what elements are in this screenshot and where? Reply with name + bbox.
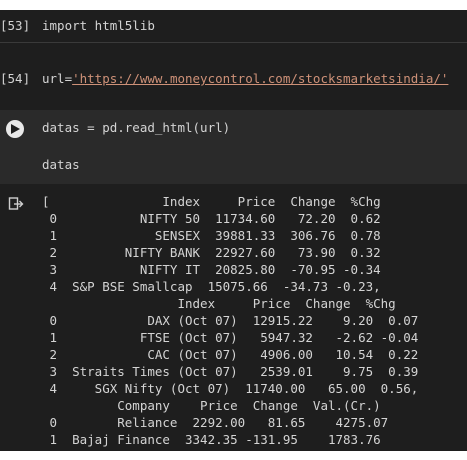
cell-code-line-2[interactable]: datas bbox=[42, 157, 80, 172]
output-redirect-icon[interactable] bbox=[8, 196, 24, 212]
notebook: [53] import html5lib [54] url='https://w… bbox=[0, 10, 467, 451]
output-line: 4 SGX Nifty (Oct 07) 11740.00 65.00 0.56… bbox=[42, 381, 419, 396]
output-line: Index Price Change %Chg bbox=[42, 296, 396, 311]
output-text: [ Index Price Change %Chg 0 NIFTY 50 117… bbox=[42, 193, 418, 448]
code-cell-54[interactable]: [54] url='https://www.moneycontrol.com/s… bbox=[0, 63, 467, 99]
cell-code[interactable]: url='https://www.moneycontrol.com/stocks… bbox=[42, 71, 448, 86]
run-cell-button[interactable] bbox=[6, 120, 24, 138]
output-line: 0 NIFTY 50 11734.60 72.20 0.62 bbox=[42, 211, 381, 226]
output-line: 0 DAX (Oct 07) 12915.22 9.20 0.07 bbox=[42, 313, 419, 328]
code-prefix: url= bbox=[42, 71, 73, 86]
output-line: 3 NIFTY IT 20825.80 -70.95 -0.34 bbox=[42, 262, 381, 277]
output-line: 0 Reliance 2292.00 81.65 4275.07 bbox=[42, 415, 389, 430]
output-line: 1 FTSE (Oct 07) 5947.32 -2.62 -0.04 bbox=[42, 330, 419, 345]
output-line: Company Price Change Val.(Cr.) bbox=[42, 398, 381, 413]
cell-prompt: [54] bbox=[0, 71, 31, 86]
output-line: 3 Straits Times (Oct 07) 2539.01 9.75 0.… bbox=[42, 364, 419, 379]
cell-divider bbox=[0, 42, 467, 43]
code-cell-53[interactable]: [53] import html5lib bbox=[0, 10, 467, 42]
play-icon bbox=[11, 124, 20, 134]
output-line: 4 S&P BSE Smallcap 15075.66 -34.73 -0.23… bbox=[42, 279, 381, 294]
cell-prompt: [53] bbox=[0, 18, 31, 33]
code-cell-active[interactable]: datas = pd.read_html(url) datas bbox=[0, 110, 467, 184]
output-line: 2 CAC (Oct 07) 4906.00 10.54 0.22 bbox=[42, 347, 419, 362]
output-line: 2 NIFTY BANK 22927.60 73.90 0.32 bbox=[42, 245, 381, 260]
output-line: 1 SENSEX 39881.33 306.76 0.78 bbox=[42, 228, 381, 243]
code-url-string: 'https://www.moneycontrol.com/stocksmark… bbox=[72, 71, 449, 86]
output-line: 1 Bajaj Finance 3342.35 -131.95 1783.76 bbox=[42, 432, 381, 447]
output-area: [ Index Price Change %Chg 0 NIFTY 50 117… bbox=[0, 193, 467, 451]
cell-code-line-1[interactable]: datas = pd.read_html(url) bbox=[42, 120, 230, 135]
cell-code[interactable]: import html5lib bbox=[42, 18, 155, 33]
output-line: [ Index Price Change %Chg bbox=[42, 194, 381, 209]
